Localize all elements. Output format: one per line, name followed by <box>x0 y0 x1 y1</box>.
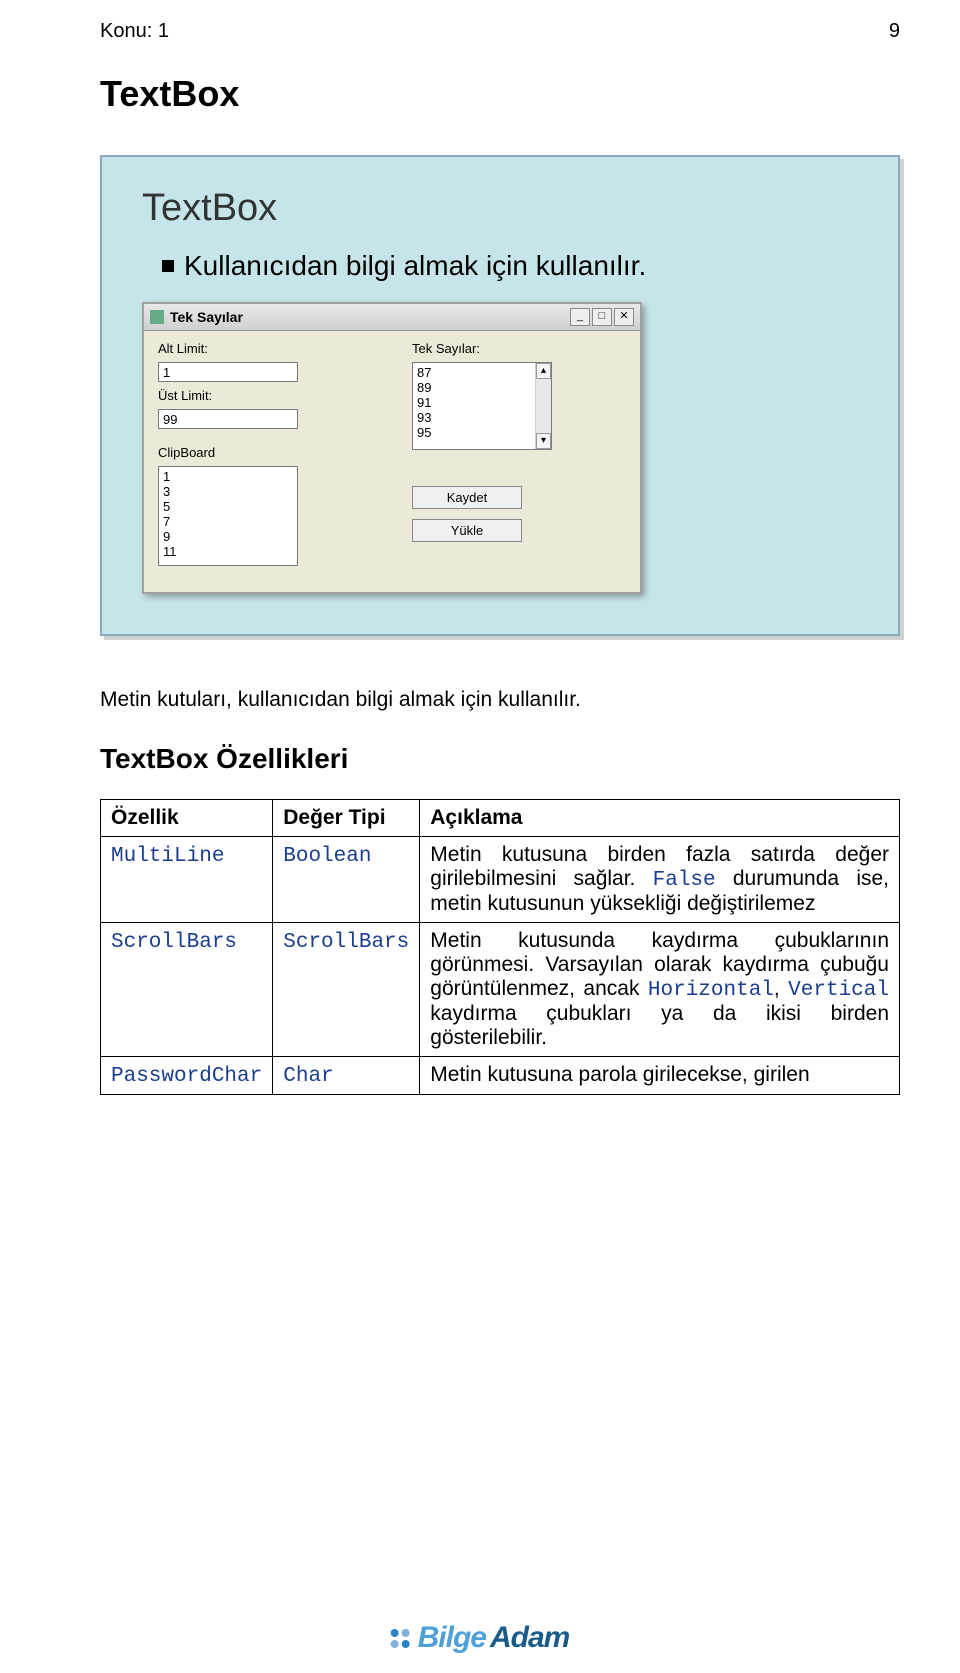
kaydet-button[interactable]: Kaydet <box>412 486 522 509</box>
dialog-window: Tek Sayılar _ □ ✕ Alt Limit: 1 Üst Limit… <box>142 302 642 594</box>
table-header-row: Özellik Değer Tipi Açıklama <box>101 800 900 837</box>
desc-text: Metin kutusuna parola girilecekse, giril… <box>430 1063 809 1086</box>
ust-limit-input[interactable]: 99 <box>158 409 298 429</box>
alt-limit-input[interactable]: 1 <box>158 362 298 382</box>
footer-logo: BilgeAdam <box>391 1621 570 1655</box>
table-row: ScrollBars ScrollBars Metin kutusunda ka… <box>101 923 900 1057</box>
tek-sayilar-label: Tek Sayılar: <box>412 341 626 356</box>
prop-type: ScrollBars <box>283 931 409 954</box>
th-deger-tipi: Değer Tipi <box>273 800 420 837</box>
slide-title: TextBox <box>142 187 868 230</box>
desc-text: kaydırma çubukları ya da ikisi birden gö… <box>430 1002 889 1049</box>
clipboard-label: ClipBoard <box>158 445 372 460</box>
bullet-square-icon <box>162 260 174 272</box>
scroll-down-icon[interactable]: ▾ <box>536 433 551 449</box>
alt-limit-label: Alt Limit: <box>158 341 372 356</box>
desc-text: , <box>774 977 788 1000</box>
prop-desc: Metin kutusuna parola girilecekse, giril… <box>420 1057 900 1095</box>
slide-card: TextBox Kullanıcıdan bilgi almak için ku… <box>100 155 900 636</box>
dialog-title: Tek Sayılar <box>170 309 570 325</box>
maximize-button[interactable]: □ <box>592 308 612 326</box>
prop-type: Boolean <box>283 845 371 868</box>
dialog-titlebar[interactable]: Tek Sayılar _ □ ✕ <box>144 304 640 331</box>
app-icon <box>150 310 164 324</box>
desc-code: Horizontal <box>648 979 774 1002</box>
tek-sayilar-list-content: 87 89 91 93 95 <box>417 365 531 440</box>
minimize-button[interactable]: _ <box>570 308 590 326</box>
desc-code: Vertical <box>788 979 889 1002</box>
brand-part2: Adam <box>490 1621 569 1655</box>
desc-code: False <box>653 869 716 892</box>
prop-desc: Metin kutusuna birden fazla satırda değe… <box>420 837 900 923</box>
brand-part1: Bilge <box>418 1621 486 1655</box>
slide-bullet: Kullanıcıdan bilgi almak için kullanılır… <box>162 250 868 282</box>
clipboard-list-content: 1 3 5 7 9 11 <box>163 469 293 559</box>
header-topic: Konu: 1 <box>100 20 169 43</box>
th-ozellik: Özellik <box>101 800 273 837</box>
prop-name: ScrollBars <box>111 931 237 954</box>
ust-limit-label: Üst Limit: <box>158 388 372 403</box>
prop-desc: Metin kutusunda kaydırma çubuklarının gö… <box>420 923 900 1057</box>
yukle-button[interactable]: Yükle <box>412 519 522 542</box>
intro-paragraph: Metin kutuları, kullanıcıdan bilgi almak… <box>100 686 900 713</box>
clipboard-listbox[interactable]: 1 3 5 7 9 11 <box>158 466 298 566</box>
properties-table: Özellik Değer Tipi Açıklama MultiLine Bo… <box>100 799 900 1095</box>
slide-bullet-text: Kullanıcıdan bilgi almak için kullanılır… <box>184 250 646 282</box>
th-aciklama: Açıklama <box>420 800 900 837</box>
table-row: MultiLine Boolean Metin kutusuna birden … <box>101 837 900 923</box>
close-button[interactable]: ✕ <box>614 308 634 326</box>
prop-name: MultiLine <box>111 845 224 868</box>
section-title: TextBox <box>100 73 900 115</box>
prop-name: PasswordChar <box>111 1065 262 1088</box>
scroll-up-icon[interactable]: ▴ <box>536 363 551 379</box>
scrollbar[interactable]: ▴ ▾ <box>535 363 551 449</box>
logo-dots-icon <box>391 1629 410 1648</box>
header-page-number: 9 <box>889 20 900 43</box>
table-row: PasswordChar Char Metin kutusuna parola … <box>101 1057 900 1095</box>
tek-sayilar-listbox[interactable]: 87 89 91 93 95 ▴ ▾ <box>412 362 552 450</box>
prop-type: Char <box>283 1065 333 1088</box>
properties-heading: TextBox Özellikleri <box>100 743 900 775</box>
